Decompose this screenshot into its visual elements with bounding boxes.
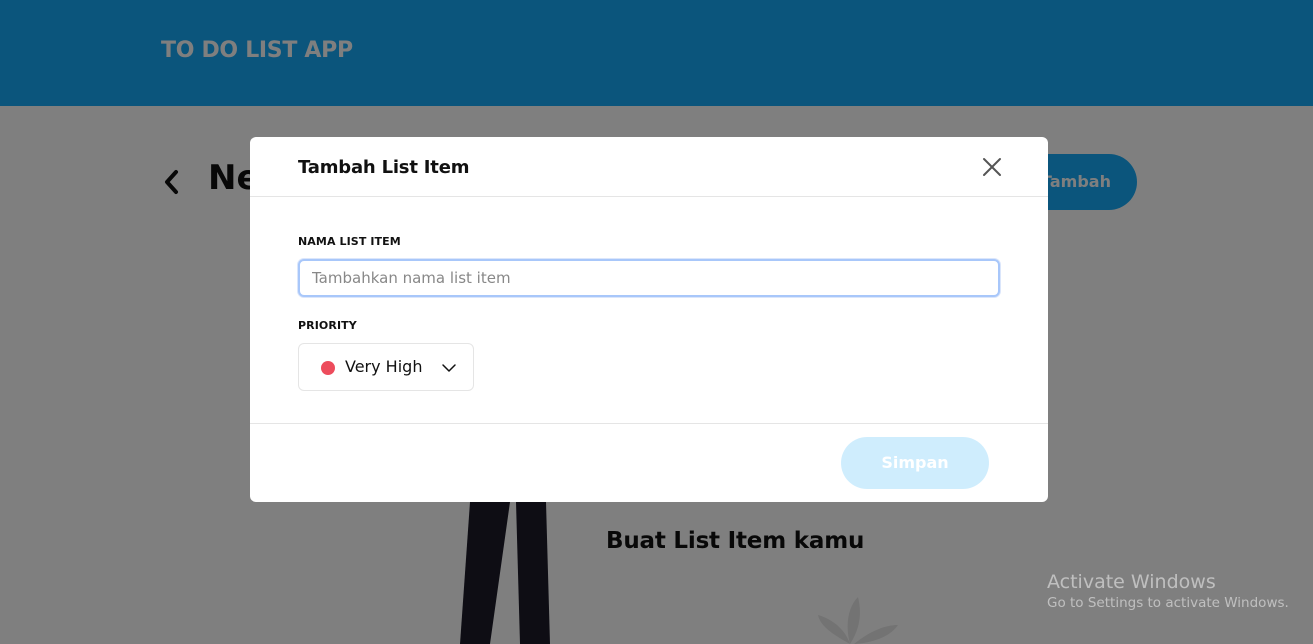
name-field-label: NAMA LIST ITEM (298, 235, 401, 248)
priority-indicator-dot (321, 361, 335, 375)
activate-windows-watermark: Activate Windows Go to Settings to activ… (1047, 571, 1289, 611)
save-button[interactable]: Simpan (841, 437, 989, 489)
activate-windows-subtitle: Go to Settings to activate Windows. (1047, 595, 1289, 611)
priority-dropdown[interactable]: Very High (298, 343, 474, 391)
add-item-modal: Tambah List Item NAMA LIST ITEM PRIORITY… (250, 137, 1048, 502)
priority-selected-value: Very High (345, 357, 423, 376)
chevron-down-icon (442, 364, 456, 372)
close-icon[interactable] (980, 155, 1004, 179)
item-name-input[interactable] (298, 259, 1000, 297)
activate-windows-title: Activate Windows (1047, 571, 1216, 593)
modal-divider (250, 196, 1048, 197)
priority-field-label: PRIORITY (298, 319, 357, 332)
modal-divider (250, 423, 1048, 424)
modal-title: Tambah List Item (298, 157, 470, 178)
